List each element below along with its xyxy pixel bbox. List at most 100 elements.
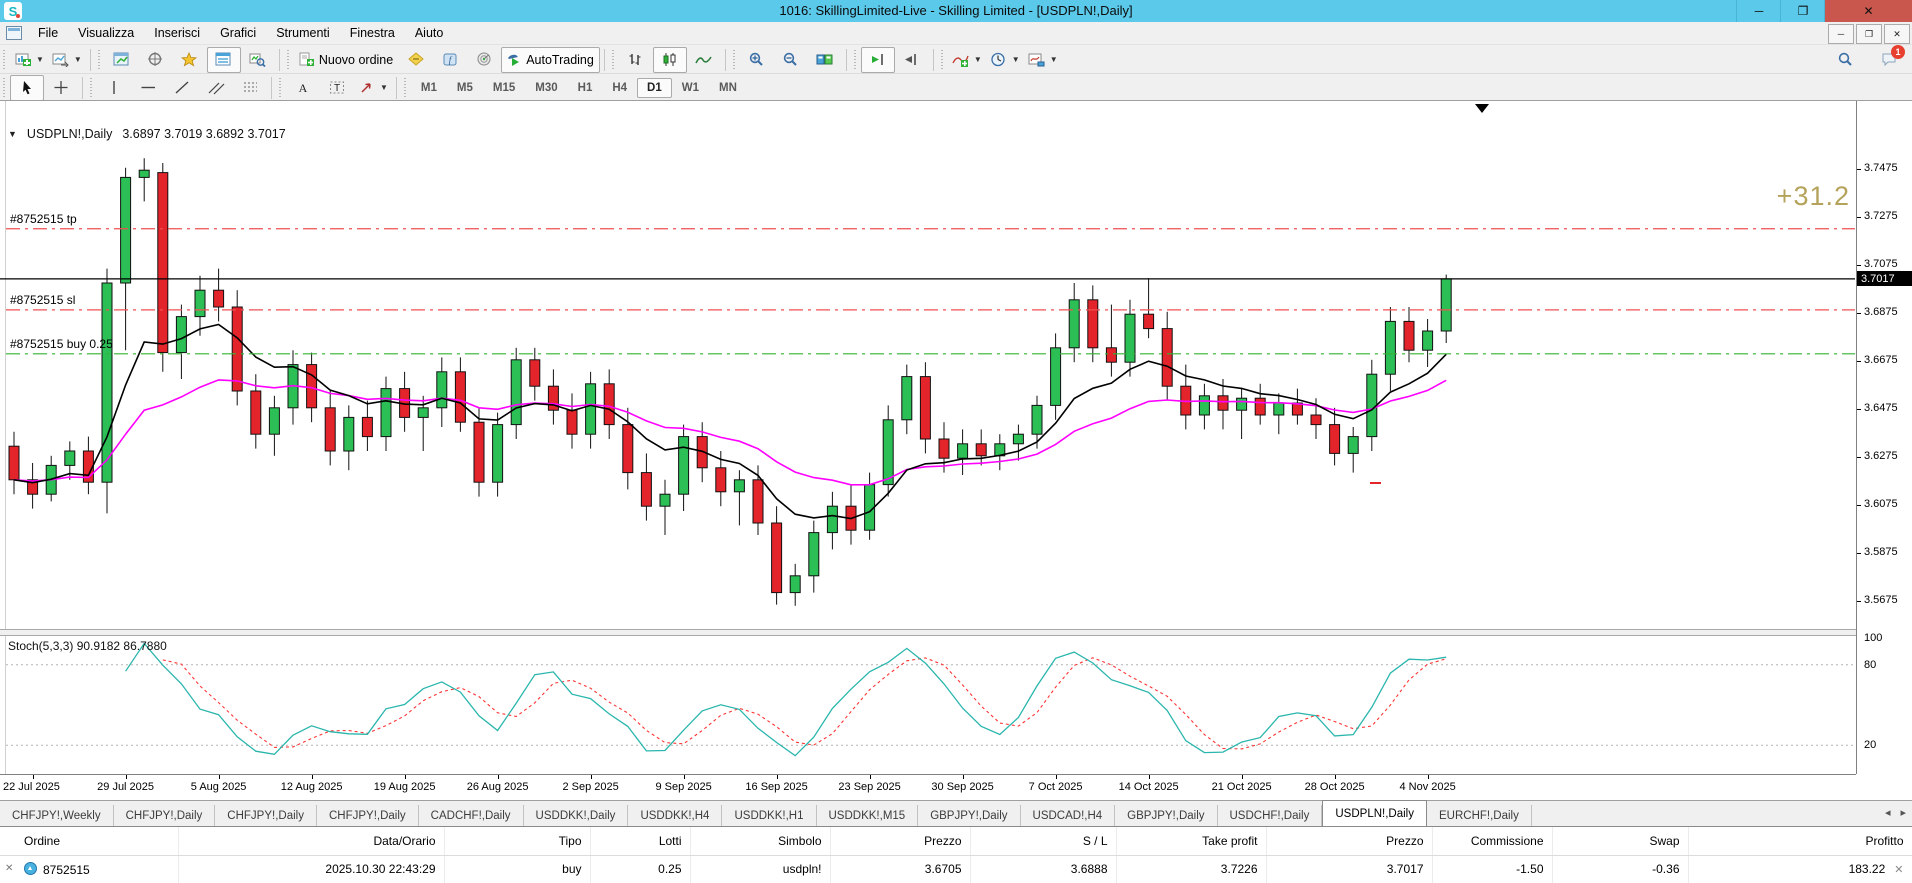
toolbar-button-trendline[interactable]: [165, 75, 199, 101]
chart-tabs-bar: CHFJPY!,Weekly CHFJPY!,Daily CHFJPY!,Daily…: [0, 800, 1912, 827]
chart-window-icon[interactable]: [6, 26, 22, 40]
child-minimize-button[interactable]: ─: [1828, 24, 1854, 44]
toolbar-button-data-window[interactable]: [139, 47, 173, 73]
toolbar-button-new-order[interactable]: Nuovo ordine: [294, 47, 399, 73]
timeframe-W1[interactable]: W1: [672, 78, 709, 98]
chart-tab-usddkk-h4[interactable]: USDDKK!,H4: [628, 805, 723, 826]
toolbar-separator: [603, 48, 605, 71]
toolbar-button-fibonacci[interactable]: [233, 75, 267, 101]
orders-column-tipo[interactable]: Tipo: [444, 827, 591, 856]
toolbar-button-tester[interactable]: [241, 47, 275, 73]
toolbar-button-zoom-in[interactable]: [740, 47, 774, 73]
toolbar-button-crosshair[interactable]: [44, 75, 78, 101]
toolbar-button-channel[interactable]: [199, 75, 233, 101]
toolbar-button-autoscroll[interactable]: [860, 46, 895, 73]
symbol-dropdown-icon[interactable]: ▼: [8, 129, 17, 139]
timeframe-M1[interactable]: M1: [411, 78, 447, 98]
timeframe-M15[interactable]: M15: [483, 78, 525, 98]
toolbar-button-candles[interactable]: [652, 46, 687, 73]
menu-item-grafici[interactable]: Grafici: [210, 24, 266, 42]
orders-column-prezzo[interactable]: Prezzo: [830, 827, 971, 856]
toolbar-button-metaeditor[interactable]: [399, 47, 433, 73]
chart-tab-usddkk-m15[interactable]: USDDKK!,M15: [817, 805, 919, 826]
orders-column-simbolo[interactable]: Simbolo: [690, 827, 831, 856]
date-axis[interactable]: 22 Jul 2025 29 Jul 2025 5 Aug 2025 12 Aug 2…: [0, 774, 1856, 802]
chart-tab-eurchf-daily[interactable]: EURCHF!,Daily: [1427, 805, 1532, 826]
menu-item-visualizza[interactable]: Visualizza: [68, 24, 144, 42]
restore-button[interactable]: ❐: [1780, 0, 1825, 22]
chart-tab-chfjpy-daily[interactable]: CHFJPY!,Daily: [317, 805, 419, 826]
timeframe-M30[interactable]: M30: [525, 78, 567, 98]
orders-column-prezzo[interactable]: Prezzo: [1266, 827, 1433, 856]
menu-item-strumenti[interactable]: Strumenti: [266, 24, 340, 42]
toolbar-button-linechart[interactable]: [687, 47, 721, 73]
close-button[interactable]: ✕: [1824, 0, 1912, 22]
menu-item-finestra[interactable]: Finestra: [340, 24, 405, 42]
toolbar-button-text[interactable]: A: [286, 75, 320, 101]
toolbar-button-hline[interactable]: [131, 75, 165, 101]
toolbar-button-tiles[interactable]: [808, 47, 842, 73]
orders-column-commissione[interactable]: Commissione: [1432, 827, 1553, 856]
orders-column-profitto[interactable]: Profitto: [1688, 827, 1912, 856]
toolbar-button-market-watch[interactable]: [105, 47, 139, 73]
toolbar-button-radar[interactable]: [467, 47, 501, 73]
orders-column-lotti[interactable]: Lotti: [590, 827, 691, 856]
tab-scroll-right-icon[interactable]: ▸: [1900, 806, 1906, 819]
toolbar-button-label[interactable]: T: [320, 75, 354, 101]
chart-shift-marker-icon[interactable]: [1475, 104, 1489, 113]
toolbar-button-new-chart[interactable]: ▼: [10, 47, 48, 73]
toolbar-button-autotrading[interactable]: AutoTrading: [501, 46, 600, 73]
chart-tab-usddkk-h1[interactable]: USDDKK!,H1: [722, 805, 817, 826]
toolbar-button-experts[interactable]: f: [433, 47, 467, 73]
toolbar-button-cursor[interactable]: [10, 74, 44, 101]
toolbar-button-vline[interactable]: [97, 75, 131, 101]
chart-tab-chfjpy-daily[interactable]: CHFJPY!,Daily: [215, 805, 317, 826]
close-order-icon[interactable]: ✕: [1894, 864, 1903, 876]
crosshair-icon: [52, 80, 70, 96]
timeframe-M5[interactable]: M5: [447, 78, 483, 98]
menu-item-file[interactable]: File: [28, 24, 68, 42]
toolbar-button-terminal[interactable]: [206, 46, 241, 73]
timeframe-D1[interactable]: D1: [637, 77, 672, 98]
orders-column-s-l[interactable]: S / L: [970, 827, 1117, 856]
toolbar-button-templates[interactable]: ▼: [1024, 47, 1062, 73]
chart-tab-chfjpy-weekly[interactable]: CHFJPY!,Weekly: [0, 805, 114, 826]
orders-column-data-orario[interactable]: Data/Orario: [178, 827, 445, 856]
orders-column-swap[interactable]: Swap: [1552, 827, 1689, 856]
toolbar-button-shift[interactable]: [895, 47, 929, 73]
toolbar-button-navigator[interactable]: [173, 47, 207, 73]
chart-tab-cadchf-daily[interactable]: CADCHF!,Daily: [419, 805, 524, 826]
timeframe-MN[interactable]: MN: [709, 78, 747, 98]
toolbar-button-periods[interactable]: ▼: [986, 47, 1024, 73]
toolbar-button-chat[interactable]: 1: [1872, 44, 1906, 73]
pane-splitter[interactable]: [0, 629, 1912, 636]
terminal-close-icon[interactable]: ✕: [5, 863, 13, 874]
toolbar-button-profiles[interactable]: ▼: [48, 47, 86, 73]
chart-tab-gbpjpy-daily[interactable]: GBPJPY!,Daily: [1115, 805, 1218, 826]
tab-scroll-left-icon[interactable]: ◂: [1885, 806, 1891, 819]
chart-tab-usdcad-h4[interactable]: USDCAD!,H4: [1021, 805, 1116, 826]
toolbar-button-arrows[interactable]: ▼: [354, 75, 392, 101]
chart-tab-usdpln-daily[interactable]: USDPLN!,Daily: [1322, 800, 1427, 827]
timeframe-H1[interactable]: H1: [568, 78, 603, 98]
menu-item-aiuto[interactable]: Aiuto: [405, 24, 454, 42]
price-chart[interactable]: [0, 101, 1912, 801]
toolbar-button-bars[interactable]: [619, 47, 653, 73]
order-row[interactable]: 8752515 2025.10.30 22:43:29 buy 0.25 usdpln!…: [0, 855, 1912, 883]
toolbar-button-indicators[interactable]: ▼: [948, 47, 986, 73]
toolbar-button-search[interactable]: [1828, 47, 1862, 73]
chart-tab-gbpjpy-daily[interactable]: GBPJPY!,Daily: [918, 805, 1021, 826]
orders-column-ordine[interactable]: Ordine: [0, 827, 179, 856]
price-axis[interactable]: 3.7475 3.7275 3.7075 3.6875 3.6675 3.6475 3.62…: [1856, 101, 1912, 774]
timeframe-H4[interactable]: H4: [602, 78, 637, 98]
chart-tab-usddkk-daily[interactable]: USDDKK!,Daily: [524, 805, 629, 826]
child-close-button[interactable]: ✕: [1884, 24, 1910, 44]
menu-item-inserisci[interactable]: Inserisci: [144, 24, 210, 42]
chart-tab-chfjpy-daily[interactable]: CHFJPY!,Daily: [114, 805, 216, 826]
orders-column-take-profit[interactable]: Take profit: [1116, 827, 1267, 856]
chart-tab-usdchf-daily[interactable]: USDCHF!,Daily: [1218, 805, 1323, 826]
toolbar-button-zoom-out[interactable]: [774, 47, 808, 73]
child-restore-button[interactable]: ❐: [1856, 24, 1882, 44]
minimize-button[interactable]: ─: [1736, 0, 1781, 22]
price-tick-label: 3.6075: [1864, 498, 1898, 510]
